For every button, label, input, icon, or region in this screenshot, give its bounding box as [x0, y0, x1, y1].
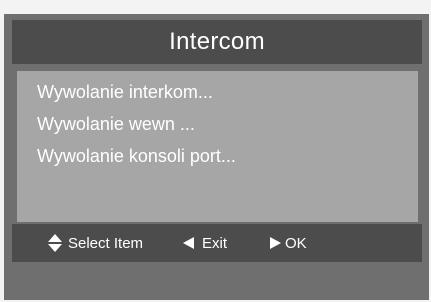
exit-hint: Exit: [183, 224, 227, 262]
up-down-arrow-icon: [48, 234, 62, 252]
menu-item-internal-call[interactable]: Wywolanie wewn ...: [37, 114, 195, 135]
left-arrow-icon: [183, 237, 194, 249]
ok-label: OK: [285, 234, 307, 252]
right-arrow-icon: [270, 237, 281, 249]
select-item-hint: Select Item: [48, 224, 143, 262]
menu-item-console-call[interactable]: Wywolanie konsoli port...: [37, 146, 236, 167]
menu-item-intercom-call[interactable]: Wywolanie interkom...: [37, 82, 213, 103]
dialog-header: Intercom: [12, 20, 422, 64]
menu-list: Wywolanie interkom... Wywolanie wewn ...…: [17, 71, 418, 222]
exit-label: Exit: [202, 234, 228, 252]
footer-bar: Select Item Exit OK: [12, 224, 422, 262]
dialog-title: Intercom: [169, 28, 265, 55]
ok-hint: OK: [270, 224, 307, 262]
select-item-label: Select Item: [68, 234, 144, 252]
